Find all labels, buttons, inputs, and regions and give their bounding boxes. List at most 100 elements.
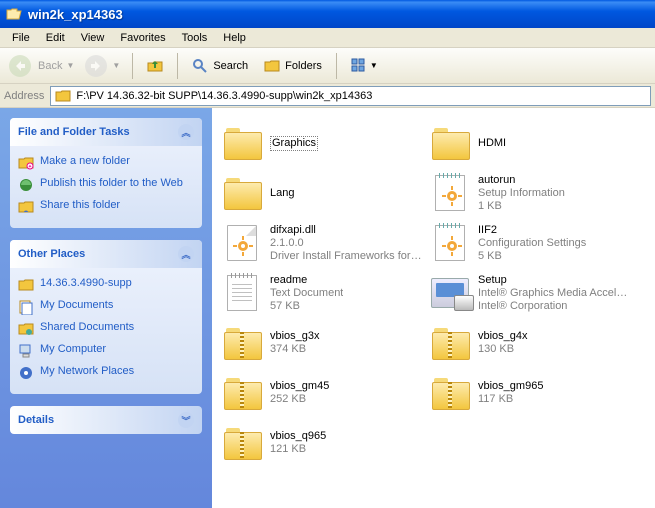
file-name: Setup (478, 274, 630, 287)
file-subline: Configuration Settings (478, 237, 586, 250)
folders-button[interactable]: Folders (258, 54, 328, 78)
file-item[interactable]: vbios_gm965117 KB (426, 368, 634, 418)
file-item[interactable]: HDMI (426, 118, 634, 168)
file-item[interactable]: autorunSetup Information1 KB (426, 168, 634, 218)
file-item[interactable]: vbios_g3x374 KB (218, 318, 426, 368)
place-my-documents[interactable]: My Documents (18, 296, 194, 318)
search-button[interactable]: Search (186, 54, 254, 78)
panel-tasks-header[interactable]: File and Folder Tasks ︽ (10, 118, 202, 146)
menu-tools[interactable]: Tools (174, 30, 216, 46)
panel-places: Other Places ︽ 14.36.3.4990-supp My Docu… (10, 240, 202, 394)
up-button[interactable] (141, 54, 169, 78)
txt-icon (222, 273, 262, 313)
file-subline: Intel® Graphics Media Acceler... (478, 287, 630, 300)
toolbar-sep (177, 53, 178, 79)
place-network-places[interactable]: My Network Places (18, 362, 194, 384)
folder-open-icon (55, 88, 71, 104)
folder-icon (222, 123, 262, 163)
dll-icon (222, 223, 262, 263)
file-item[interactable]: readmeText Document57 KB (218, 268, 426, 318)
panel-tasks-title: File and Folder Tasks (18, 126, 130, 138)
panel-tasks: File and Folder Tasks ︽ ✦ Make a new fol… (10, 118, 202, 228)
file-subline: Text Document (270, 287, 343, 300)
menu-edit[interactable]: Edit (38, 30, 73, 46)
titlebar: win2k_xp14363 (0, 0, 655, 28)
task-share-folder[interactable]: Share this folder (18, 196, 194, 218)
folder-open-icon (6, 6, 22, 22)
address-field[interactable]: F:\PV 14.36.32-bit SUPP\14.36.3.4990-sup… (50, 86, 651, 106)
back-dropdown-icon[interactable]: ▼ (66, 61, 74, 70)
place-label: My Computer (40, 343, 106, 355)
menubar: File Edit View Favorites Tools Help (0, 28, 655, 48)
zip-icon (430, 323, 470, 363)
toolbar-sep (336, 53, 337, 79)
file-item[interactable]: Graphics (218, 118, 426, 168)
file-item[interactable]: SetupIntel® Graphics Media Acceler...Int… (426, 268, 634, 318)
file-name: Graphics (270, 136, 318, 151)
toolbar-sep (132, 53, 133, 79)
file-subline: Driver Install Frameworks for ... (270, 250, 422, 263)
file-name: vbios_g4x (478, 330, 528, 343)
place-label: Shared Documents (40, 321, 134, 333)
task-new-folder[interactable]: ✦ Make a new folder (18, 152, 194, 174)
network-icon (18, 365, 34, 381)
file-name: vbios_gm45 (270, 380, 329, 393)
zip-icon (222, 423, 262, 463)
file-view[interactable]: Graphics Lang difxapi.dll2.1.0.0Driver Ins… (212, 108, 655, 508)
views-dropdown-icon[interactable]: ▼ (370, 61, 378, 70)
menu-favorites[interactable]: Favorites (112, 30, 173, 46)
file-name: HDMI (478, 137, 506, 150)
task-label: Make a new folder (40, 155, 130, 167)
file-item[interactable]: vbios_q965121 KB (218, 418, 426, 468)
zip-icon (222, 323, 262, 363)
folder-icon (430, 123, 470, 163)
file-subline: 117 KB (478, 393, 543, 406)
setup-icon (430, 273, 470, 313)
content-area: File and Folder Tasks ︽ ✦ Make a new fol… (0, 108, 655, 508)
file-subline: 374 KB (270, 343, 320, 356)
folder-icon (222, 173, 262, 213)
back-label: Back (38, 60, 62, 72)
place-my-computer[interactable]: My Computer (18, 340, 194, 362)
side-pane: File and Folder Tasks ︽ ✦ Make a new fol… (0, 108, 212, 508)
file-subline: 2.1.0.0 (270, 237, 422, 250)
task-label: Publish this folder to the Web (40, 177, 183, 189)
task-publish-web[interactable]: Publish this folder to the Web (18, 174, 194, 196)
file-subline: 1 KB (478, 200, 565, 213)
menu-file[interactable]: File (4, 30, 38, 46)
menu-help[interactable]: Help (215, 30, 254, 46)
forward-button[interactable] (82, 52, 110, 80)
folder-icon (18, 277, 34, 293)
file-item[interactable]: vbios_g4x130 KB (426, 318, 634, 368)
file-name: vbios_q965 (270, 430, 326, 443)
file-item[interactable]: Lang (218, 168, 426, 218)
ini-icon (430, 173, 470, 213)
new-folder-icon: ✦ (18, 155, 34, 171)
place-parent-folder[interactable]: 14.36.3.4990-supp (18, 274, 194, 296)
panel-places-header[interactable]: Other Places ︽ (10, 240, 202, 268)
file-item[interactable]: IIF2Configuration Settings5 KB (426, 218, 634, 268)
file-name: vbios_g3x (270, 330, 320, 343)
address-bar: Address F:\PV 14.36.32-bit SUPP\14.36.3.… (0, 84, 655, 108)
file-name: Lang (270, 187, 294, 200)
folders-label: Folders (285, 60, 322, 72)
forward-dropdown-icon[interactable]: ▼ (112, 61, 120, 70)
panel-details-header[interactable]: Details ︾ (10, 406, 202, 434)
menu-view[interactable]: View (73, 30, 113, 46)
documents-icon (18, 299, 34, 315)
file-item[interactable]: vbios_gm45252 KB (218, 368, 426, 418)
file-item[interactable]: difxapi.dll2.1.0.0Driver Install Framewo… (218, 218, 426, 268)
views-button[interactable]: ▼ (345, 54, 388, 78)
panel-places-title: Other Places (18, 248, 85, 260)
task-label: Share this folder (40, 199, 120, 211)
ini-icon (430, 223, 470, 263)
file-name: difxapi.dll (270, 224, 422, 237)
computer-icon (18, 343, 34, 359)
zip-icon (222, 373, 262, 413)
globe-icon (18, 177, 34, 193)
place-label: 14.36.3.4990-supp (40, 277, 132, 289)
place-shared-documents[interactable]: Shared Documents (18, 318, 194, 340)
place-label: My Network Places (40, 365, 134, 377)
back-button[interactable] (6, 52, 34, 80)
file-subline: 5 KB (478, 250, 586, 263)
